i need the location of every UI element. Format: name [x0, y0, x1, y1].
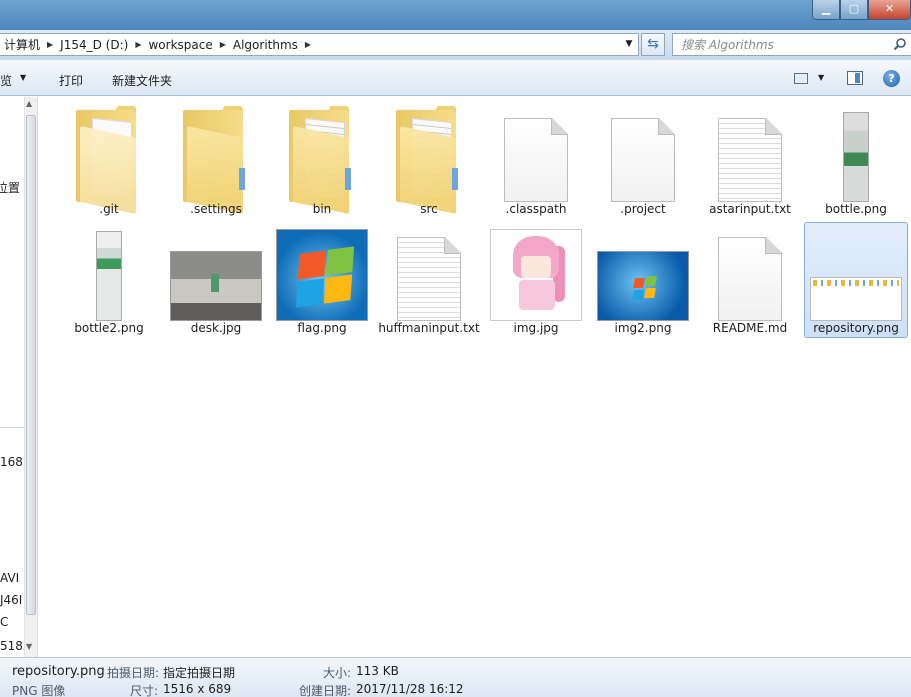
file-item-readme[interactable]: README.md: [698, 222, 802, 338]
maximize-button[interactable]: ▢: [840, 0, 868, 20]
file-item-classpath[interactable]: .classpath: [484, 103, 588, 219]
file-item-git[interactable]: .git: [57, 103, 161, 219]
search-box[interactable]: [672, 33, 911, 56]
folder-icon: [378, 106, 480, 214]
folder-icon: [58, 106, 160, 214]
nav-scrollbar-thumb[interactable]: [26, 115, 36, 615]
chevron-right-icon[interactable]: ▶: [302, 40, 314, 49]
details-pane: repository.png PNG 图像 拍摄日期: 指定拍摄日期 尺寸: 1…: [0, 657, 911, 697]
image-thumbnail: [165, 229, 267, 321]
file-name: .classpath: [505, 202, 567, 216]
file-item-repository[interactable]: repository.png: [804, 222, 908, 338]
file-item-bin[interactable]: bin: [270, 103, 374, 219]
file-item-astarinput[interactable]: astarinput.txt: [698, 103, 802, 219]
file-name: img2.png: [614, 321, 672, 335]
nav-item-fragment[interactable]: AVI: [0, 571, 19, 585]
details-file-type: PNG 图像: [12, 684, 66, 697]
file-list[interactable]: .git .settings bin src .classpath .proje…: [39, 97, 911, 657]
change-view-icon[interactable]: [794, 73, 808, 84]
crumb-computer[interactable]: 计算机: [0, 36, 44, 53]
file-item-settings[interactable]: .settings: [164, 103, 268, 219]
organize-menu[interactable]: 览: [0, 72, 12, 89]
file-icon: [699, 229, 801, 321]
image-thumbnail: [592, 229, 694, 321]
command-toolbar: 览 ▼ 打印 新建文件夹 ▼ ?: [0, 60, 911, 96]
file-icon: [592, 110, 694, 202]
details-date-taken-value[interactable]: 指定拍摄日期: [163, 664, 235, 681]
file-item-bottle2[interactable]: bottle2.png: [57, 222, 161, 338]
navigation-pane: 位置 168 AVI J46I C 5183 ▲ ▼: [0, 97, 38, 657]
image-thumbnail: [58, 229, 160, 321]
file-name: src: [420, 202, 438, 216]
new-folder-button[interactable]: 新建文件夹: [112, 72, 172, 89]
title-bar: ▁ ▢ ✕: [0, 0, 911, 30]
nav-item-fragment[interactable]: 位置: [0, 179, 20, 196]
chevron-down-icon[interactable]: ▼: [20, 73, 26, 82]
details-size-label: 大小:: [323, 666, 352, 680]
chevron-right-icon[interactable]: ▶: [132, 40, 144, 49]
refresh-button[interactable]: ⇆: [641, 33, 665, 56]
search-input[interactable]: [673, 34, 883, 55]
search-icon[interactable]: [893, 37, 907, 51]
details-size-value: 113 KB: [356, 664, 399, 678]
file-item-huffmaninput[interactable]: huffmaninput.txt: [377, 222, 481, 338]
chevron-right-icon[interactable]: ▶: [44, 40, 56, 49]
file-item-src[interactable]: src: [377, 103, 481, 219]
file-name: img.jpg: [513, 321, 559, 335]
folder-icon: [165, 106, 267, 214]
image-thumbnail: [805, 110, 907, 202]
file-name: bin: [312, 202, 332, 216]
file-name: bottle.png: [825, 202, 887, 216]
file-name: .settings: [190, 202, 242, 216]
nav-item-fragment[interactable]: 168: [0, 455, 23, 469]
file-name: .project: [620, 202, 666, 216]
preview-pane-icon[interactable]: [847, 71, 863, 85]
crumb-drive[interactable]: J154_D (D:): [56, 38, 132, 52]
file-item-project[interactable]: .project: [591, 103, 695, 219]
file-item-img[interactable]: img.jpg: [484, 222, 588, 338]
text-file-icon: [699, 110, 801, 202]
nav-divider: [0, 427, 24, 428]
details-date-taken-label: 拍摄日期:: [107, 666, 160, 680]
help-icon[interactable]: ?: [883, 70, 900, 87]
crumb-workspace[interactable]: workspace: [144, 38, 216, 52]
address-row: 计算机 ▶ J154_D (D:) ▶ workspace ▶ Algorith…: [0, 30, 911, 60]
scroll-up-icon[interactable]: ▲: [26, 99, 32, 108]
folder-icon: [271, 106, 373, 214]
crumb-algorithms[interactable]: Algorithms: [229, 38, 302, 52]
file-icon: [485, 110, 587, 202]
image-thumbnail: [485, 229, 587, 321]
details-file-name: repository.png: [12, 664, 105, 679]
file-item-flag[interactable]: flag.png: [270, 222, 374, 338]
file-item-bottle[interactable]: bottle.png: [804, 103, 908, 219]
nav-item-fragment[interactable]: C: [0, 615, 8, 629]
scroll-down-icon[interactable]: ▼: [26, 642, 32, 651]
address-history-dropdown[interactable]: ▼: [620, 34, 638, 55]
file-name: bottle2.png: [74, 321, 144, 335]
minimize-button[interactable]: ▁: [812, 0, 840, 20]
refresh-icon: ⇆: [647, 36, 659, 52]
chevron-down-icon[interactable]: ▼: [818, 73, 824, 82]
chevron-right-icon[interactable]: ▶: [217, 40, 229, 49]
details-dimensions-label: 尺寸:: [130, 684, 159, 697]
file-name: README.md: [712, 321, 788, 335]
file-item-desk[interactable]: desk.jpg: [164, 222, 268, 338]
file-name: astarinput.txt: [709, 202, 791, 216]
file-name: flag.png: [297, 321, 347, 335]
file-name: repository.png: [813, 321, 899, 335]
image-thumbnail: [271, 229, 373, 321]
breadcrumb[interactable]: 计算机 ▶ J154_D (D:) ▶ workspace ▶ Algorith…: [0, 33, 639, 56]
file-name: .git: [99, 202, 119, 216]
text-file-icon: [378, 229, 480, 321]
print-button[interactable]: 打印: [59, 72, 83, 89]
close-button[interactable]: ✕: [868, 0, 911, 20]
details-created-value: 2017/11/28 16:12: [356, 682, 464, 696]
file-item-img2[interactable]: img2.png: [591, 222, 695, 338]
details-created-label: 创建日期:: [299, 684, 352, 697]
nav-item-fragment[interactable]: J46I: [0, 593, 22, 607]
file-name: huffmaninput.txt: [378, 321, 480, 335]
image-thumbnail: [805, 229, 907, 321]
details-dimensions-value: 1516 x 689: [163, 682, 232, 696]
file-name: desk.jpg: [190, 321, 242, 335]
